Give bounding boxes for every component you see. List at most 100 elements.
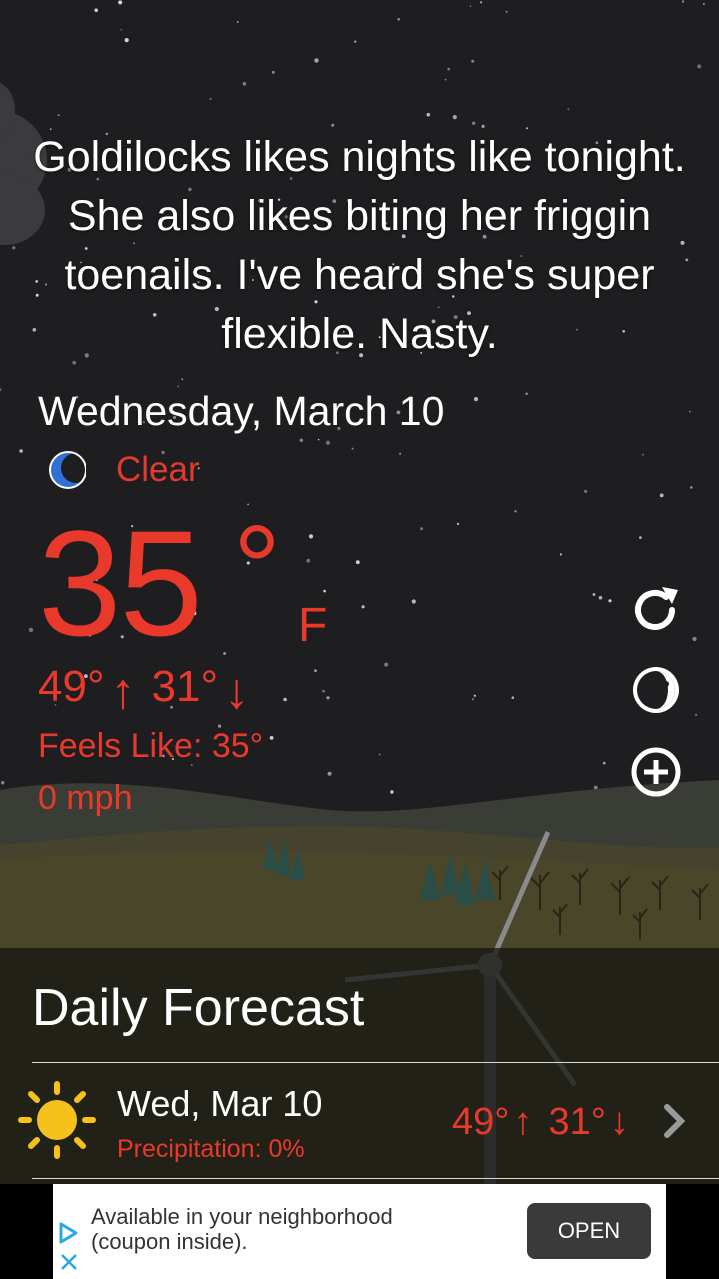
star: [12, 246, 16, 250]
wind-speed: 0 mph: [38, 779, 133, 817]
star: [690, 486, 693, 489]
star: [472, 121, 476, 126]
star: [642, 453, 644, 456]
low-temp: 31°: [151, 662, 219, 711]
up-arrow-icon: ↑: [513, 1101, 533, 1143]
moon-phase-button[interactable]: [628, 662, 684, 718]
down-arrow-icon: ↓: [609, 1101, 629, 1143]
current-temperature-block: 35 ° F: [38, 508, 327, 658]
star: [19, 449, 23, 453]
star: [314, 669, 317, 673]
star: [242, 82, 247, 86]
star: [283, 697, 287, 702]
condition-row: Clear: [48, 448, 200, 492]
star: [325, 440, 331, 445]
star: [326, 696, 330, 700]
forecast-day: Wed, Mar 10: [117, 1083, 323, 1124]
star: [426, 112, 431, 117]
star: [469, 5, 472, 7]
star: [209, 97, 212, 100]
high-low-temperatures: 49° ↑ 31° ↓: [38, 662, 259, 720]
ad-open-button[interactable]: OPEN: [527, 1203, 651, 1259]
condition-label: Clear: [116, 450, 200, 489]
ad-banner[interactable]: Available in your neighborhood (coupon i…: [53, 1184, 666, 1279]
star: [447, 67, 451, 71]
chevron-right-icon: [664, 1104, 686, 1138]
forecast-high: 49°: [452, 1101, 510, 1143]
star: [456, 522, 460, 526]
star: [608, 599, 612, 603]
star: [471, 698, 474, 701]
star: [480, 1, 483, 4]
star: [452, 115, 457, 120]
star: [236, 21, 239, 23]
star: [659, 493, 664, 498]
star: [695, 713, 698, 716]
star: [223, 652, 227, 655]
sun-icon: [18, 1081, 96, 1159]
refresh-button[interactable]: [628, 582, 684, 638]
star: [514, 510, 517, 513]
star: [351, 447, 354, 450]
star: [505, 10, 508, 13]
star: [306, 558, 311, 563]
star: [559, 553, 563, 556]
weather-quote: Goldilocks likes nights like tonight. Sh…: [33, 133, 686, 358]
star: [355, 560, 360, 565]
star: [271, 70, 275, 74]
close-icon[interactable]: [59, 1252, 79, 1272]
star: [697, 64, 702, 69]
star: [692, 636, 697, 642]
star: [602, 761, 606, 765]
star: [593, 785, 598, 790]
star: [118, 0, 123, 5]
down-arrow-icon: ↓: [224, 663, 250, 719]
current-date: Wednesday, March 10: [38, 388, 445, 434]
add-location-button[interactable]: [628, 744, 684, 800]
star: [390, 790, 394, 794]
ad-text: Available in your neighborhood (coupon i…: [91, 1204, 393, 1254]
star: [361, 605, 365, 609]
star: [471, 59, 475, 63]
forecast-precipitation: Precipitation: 0%: [117, 1135, 305, 1163]
star: [331, 123, 335, 127]
refresh-icon: [635, 587, 678, 630]
star: [317, 438, 320, 441]
daily-forecast-panel: Daily Forecast Wed, Mar 10 Precipitation…: [0, 948, 719, 1184]
star: [473, 397, 479, 402]
star: [57, 114, 60, 117]
star: [354, 40, 357, 43]
star: [322, 689, 325, 693]
star: [639, 536, 642, 539]
star: [511, 696, 515, 699]
current-temperature: 35: [38, 499, 203, 667]
high-temp: 49°: [38, 662, 105, 711]
feels-like: Feels Like: 35°: [38, 727, 264, 765]
star: [525, 392, 528, 395]
star: [1, 781, 5, 785]
moon-phase-icon: [633, 667, 679, 713]
up-arrow-icon: ↑: [110, 663, 136, 719]
forecast-title: Daily Forecast: [32, 979, 365, 1037]
star: [399, 452, 402, 455]
star: [420, 527, 424, 531]
star: [703, 3, 705, 5]
star: [181, 378, 184, 381]
star: [397, 18, 401, 21]
forecast-high-low: 49° ↑ 31° ↓: [452, 1101, 629, 1144]
star: [94, 8, 98, 12]
star: [28, 627, 34, 633]
star: [567, 108, 570, 111]
forecast-row[interactable]: Wed, Mar 10 Precipitation: 0% 49° ↑ 31° …: [0, 1063, 719, 1177]
star: [473, 694, 476, 697]
star: [327, 771, 332, 776]
star: [598, 595, 603, 600]
star: [120, 29, 123, 31]
star: [124, 38, 129, 43]
ad-choices-icon[interactable]: [57, 1222, 79, 1244]
star: [299, 438, 304, 442]
star: [378, 753, 381, 756]
star: [314, 58, 319, 63]
star: [323, 589, 326, 593]
add-icon: [631, 747, 681, 797]
